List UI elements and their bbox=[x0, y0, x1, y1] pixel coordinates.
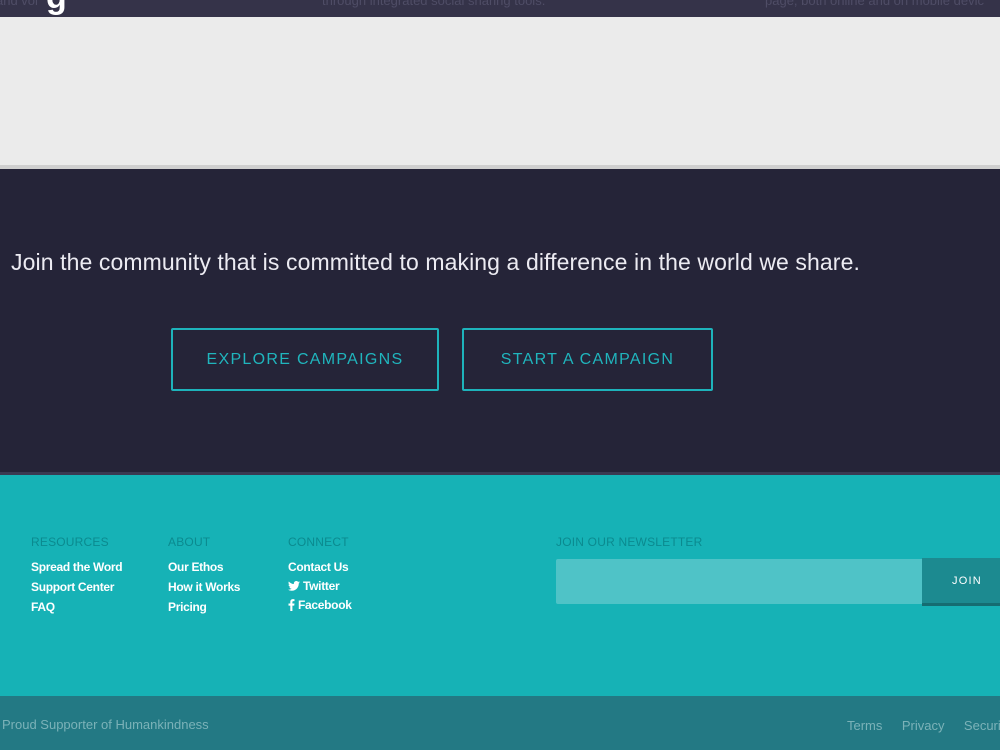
cta-headline: Join the community that is committed to … bbox=[11, 249, 860, 275]
top-strip-right-text: page, both online and on mobile devic bbox=[765, 0, 984, 8]
footer-about-column: ABOUT Our Ethos How it Works Pricing bbox=[168, 535, 240, 618]
page: and vol g through integrated social shar… bbox=[0, 0, 1000, 750]
newsletter-join-button[interactable]: JOIN bbox=[922, 558, 1000, 606]
footer-resources-column: RESOURCES Spread the Word Support Center… bbox=[31, 535, 123, 618]
explore-campaigns-button[interactable]: EXPLORE CAMPAIGNS bbox=[171, 328, 439, 391]
footer-link-facebook[interactable]: Facebook bbox=[288, 598, 352, 612]
footer-link-how-it-works[interactable]: How it Works bbox=[168, 580, 240, 594]
legal-links: Terms Privacy Security bbox=[847, 717, 1000, 735]
footer-connect-column: CONNECT Contact Us Twitter Facebook bbox=[288, 535, 352, 618]
footer-link-spread-the-word[interactable]: Spread the Word bbox=[31, 560, 123, 574]
start-campaign-button[interactable]: START A CAMPAIGN bbox=[462, 328, 713, 391]
top-strip: and vol g through integrated social shar… bbox=[0, 0, 1000, 17]
footer-about-title: ABOUT bbox=[168, 535, 211, 549]
footer-connect-title: CONNECT bbox=[288, 535, 349, 549]
footer-resources-title: RESOURCES bbox=[31, 535, 109, 549]
facebook-icon bbox=[288, 599, 295, 611]
cta-section: Join the community that is committed to … bbox=[0, 169, 1000, 472]
footer-link-contact-us-label: Contact Us bbox=[288, 560, 349, 574]
bottom-bar: Proud Supporter of Humankindness Terms P… bbox=[0, 696, 1000, 750]
footer-tagline: Proud Supporter of Humankindness bbox=[2, 717, 209, 732]
top-strip-left-text: and vol bbox=[0, 0, 38, 8]
top-strip-heading-fragment: g bbox=[46, 0, 67, 17]
newsletter-form: JOIN OUR NEWSLETTER JOIN bbox=[556, 535, 1000, 606]
terms-link[interactable]: Terms bbox=[847, 718, 882, 733]
footer-link-faq[interactable]: FAQ bbox=[31, 600, 55, 614]
gray-band bbox=[0, 17, 1000, 165]
footer-link-our-ethos[interactable]: Our Ethos bbox=[168, 560, 224, 574]
security-link[interactable]: Security bbox=[964, 718, 1000, 733]
newsletter-email-input[interactable] bbox=[556, 559, 922, 604]
privacy-link[interactable]: Privacy bbox=[902, 718, 945, 733]
twitter-icon bbox=[288, 581, 300, 591]
footer-link-pricing[interactable]: Pricing bbox=[168, 600, 207, 614]
footer-link-twitter[interactable]: Twitter bbox=[288, 579, 340, 593]
footer-link-contact-us[interactable]: Contact Us bbox=[288, 560, 349, 574]
top-strip-mid-text: through integrated social sharing tools. bbox=[322, 0, 546, 8]
footer-link-facebook-label: Facebook bbox=[298, 598, 352, 612]
newsletter-title: JOIN OUR NEWSLETTER bbox=[556, 535, 703, 549]
footer: RESOURCES Spread the Word Support Center… bbox=[0, 475, 1000, 696]
footer-link-twitter-label: Twitter bbox=[303, 579, 340, 593]
footer-link-support-center[interactable]: Support Center bbox=[31, 580, 114, 594]
